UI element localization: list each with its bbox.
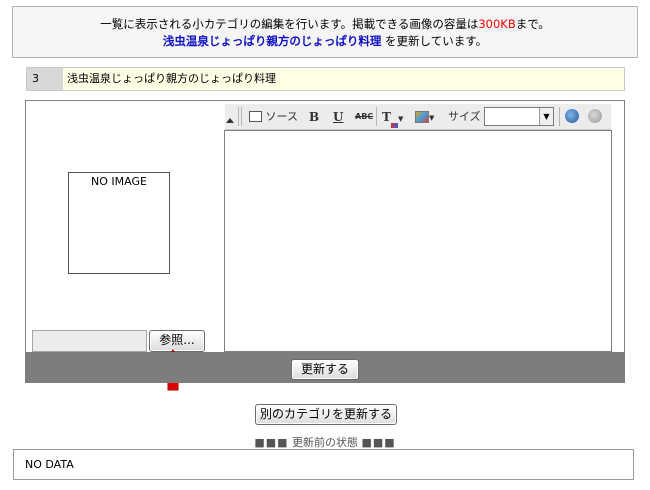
image-preview: NO IMAGE bbox=[68, 172, 170, 274]
category-name-highlight: 浅虫温泉じょっぱり親方のじょっぱり料理 bbox=[162, 34, 382, 48]
before-update-label: 更新前の状態 bbox=[292, 436, 358, 449]
underline-button[interactable]: U bbox=[333, 108, 343, 126]
update-button[interactable]: 更新する bbox=[291, 359, 359, 380]
category-title-row: 3 浅虫温泉じょっぱり親方のじょっぱり料理 bbox=[26, 67, 625, 91]
updating-text: を更新しています。 bbox=[381, 34, 488, 48]
chevron-down-icon: ▼ bbox=[539, 108, 553, 125]
toolbar-separator bbox=[376, 107, 377, 126]
source-button[interactable]: ソース bbox=[249, 108, 298, 126]
toolbar-separator bbox=[559, 107, 560, 126]
notice-text: 一覧に表示される小カテゴリの編集を行います。掲載できる画像の容量は bbox=[100, 17, 479, 31]
square-bullets-icon: ■■■ bbox=[254, 436, 289, 449]
file-path-input[interactable] bbox=[32, 330, 147, 352]
notice-text-end: まで。 bbox=[515, 17, 550, 31]
text-color-icon: T bbox=[382, 110, 391, 124]
editor-textarea[interactable] bbox=[224, 130, 612, 352]
text-color-button[interactable]: T ▼ bbox=[382, 108, 404, 128]
strike-button[interactable]: ABC bbox=[355, 108, 373, 126]
dropdown-arrow-icon: ▼ bbox=[429, 114, 435, 122]
notice-line-1: 一覧に表示される小カテゴリの編集を行います。掲載できる画像の容量は300KBまで… bbox=[13, 16, 637, 32]
notice-box: 一覧に表示される小カテゴリの編集を行います。掲載できる画像の容量は300KBまで… bbox=[12, 6, 638, 58]
bg-color-icon bbox=[415, 111, 429, 123]
toolbar-grip bbox=[238, 107, 239, 126]
notice-line-2: 浅虫温泉じょっぱり親方のじょっぱり料理 を更新しています。 bbox=[13, 33, 637, 49]
font-size-select[interactable]: ▼ bbox=[484, 107, 554, 126]
toolbar-grip bbox=[241, 107, 242, 126]
square-bullets-icon: ■■■ bbox=[361, 436, 396, 449]
source-icon bbox=[249, 110, 262, 122]
before-update-content: NO DATA bbox=[13, 449, 634, 480]
size-label: サイズ bbox=[448, 110, 481, 123]
source-label: ソース bbox=[265, 110, 298, 123]
bg-color-button[interactable]: ▼ bbox=[415, 108, 434, 126]
update-other-category-button[interactable]: 別のカテゴリを更新する bbox=[255, 404, 397, 425]
link-icon[interactable] bbox=[565, 109, 579, 123]
collapse-toolbar-icon[interactable] bbox=[226, 118, 234, 123]
bold-button[interactable]: B bbox=[309, 108, 319, 126]
color-swatch bbox=[390, 123, 398, 128]
category-name: 浅虫温泉じょっぱり親方のじょっぱり料理 bbox=[67, 72, 276, 85]
unlink-icon[interactable] bbox=[588, 109, 602, 123]
dropdown-arrow-icon: ▼ bbox=[397, 115, 404, 123]
category-number: 3 bbox=[27, 68, 63, 90]
size-limit-text: 300KB bbox=[478, 17, 516, 31]
before-update-heading: ■■■ 更新前の状態 ■■■ bbox=[0, 434, 650, 450]
